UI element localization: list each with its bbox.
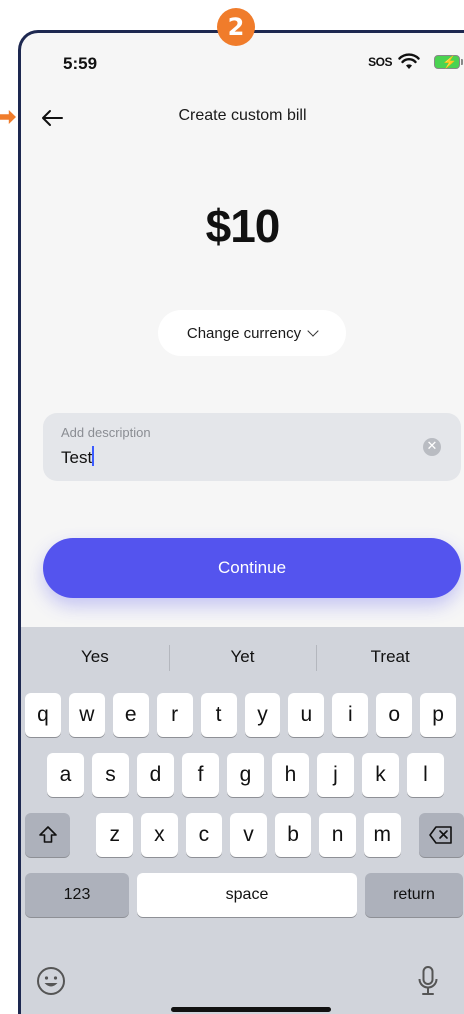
key[interactable]: g: [227, 753, 264, 797]
battery-charging-icon: ⚡: [434, 55, 463, 69]
key[interactable]: r: [156, 693, 193, 737]
bill-amount: $10: [205, 200, 281, 252]
suggestion-item[interactable]: Yes: [21, 627, 169, 687]
wifi-icon: [398, 53, 420, 69]
annotation-arrow-icon: [0, 110, 16, 124]
delete-key[interactable]: [418, 813, 464, 857]
keyboard-row-4: 123 space return: [21, 873, 464, 917]
clear-text-icon[interactable]: ✕: [423, 438, 441, 456]
description-placeholder: Add description: [61, 425, 151, 440]
key[interactable]: i: [332, 693, 369, 737]
suggestion-item[interactable]: Yet: [168, 627, 317, 687]
step-number-badge: 2: [217, 8, 255, 46]
change-currency-label: Change currency: [186, 324, 302, 342]
phone-screen: 5:59 SOS ⚡ Create custom bill $10 Change…: [18, 30, 464, 1014]
key[interactable]: o: [376, 693, 413, 737]
home-indicator: [171, 1007, 331, 1012]
key[interactable]: n: [319, 813, 356, 857]
key[interactable]: d: [137, 753, 174, 797]
continue-button[interactable]: Continue: [43, 538, 461, 598]
key[interactable]: h: [272, 753, 309, 797]
key[interactable]: c: [185, 813, 223, 857]
key[interactable]: f: [182, 753, 219, 797]
key[interactable]: p: [420, 693, 457, 737]
sos-indicator: SOS: [368, 55, 392, 69]
key[interactable]: a: [47, 753, 84, 797]
key[interactable]: m: [363, 813, 401, 857]
key[interactable]: q: [25, 693, 61, 737]
chevron-down-icon: [307, 325, 319, 337]
key[interactable]: w: [68, 693, 105, 737]
keyboard-row-1: q w e r t y u i o p: [21, 693, 464, 737]
key[interactable]: j: [317, 753, 354, 797]
key[interactable]: z: [96, 813, 134, 857]
key[interactable]: x: [141, 813, 178, 857]
key[interactable]: y: [244, 693, 281, 737]
status-time: 5:59: [63, 54, 98, 73]
key[interactable]: v: [230, 813, 267, 857]
description-field[interactable]: Add description Test ✕: [43, 413, 461, 481]
key[interactable]: t: [200, 693, 237, 737]
key[interactable]: l: [407, 753, 444, 797]
microphone-icon[interactable]: [416, 963, 440, 999]
shift-icon: [38, 826, 57, 843]
text-cursor: [92, 446, 95, 466]
emoji-icon[interactable]: [33, 963, 69, 999]
suggestion-bar: Yes Yet Treat: [21, 627, 464, 687]
on-screen-keyboard: Yes Yet Treat q w e r t y u i o p a s d …: [21, 627, 464, 1014]
suggestion-item[interactable]: Treat: [316, 627, 464, 687]
backspace-icon: [429, 826, 453, 844]
space-key[interactable]: space: [137, 873, 357, 917]
keyboard-row-3: z x c v b n m: [21, 813, 464, 857]
key[interactable]: u: [288, 693, 325, 737]
shift-key[interactable]: [25, 813, 71, 857]
change-currency-button[interactable]: Change currency: [158, 310, 346, 356]
key[interactable]: b: [274, 813, 312, 857]
description-value: Test: [61, 446, 95, 467]
key[interactable]: s: [92, 753, 129, 797]
keyboard-row-2: a s d f g h j k l: [21, 753, 464, 797]
return-key[interactable]: return: [365, 873, 463, 917]
key[interactable]: k: [362, 753, 399, 797]
page-title: Create custom bill: [178, 107, 307, 124]
key[interactable]: e: [112, 693, 149, 737]
numbers-key[interactable]: 123: [25, 873, 129, 917]
